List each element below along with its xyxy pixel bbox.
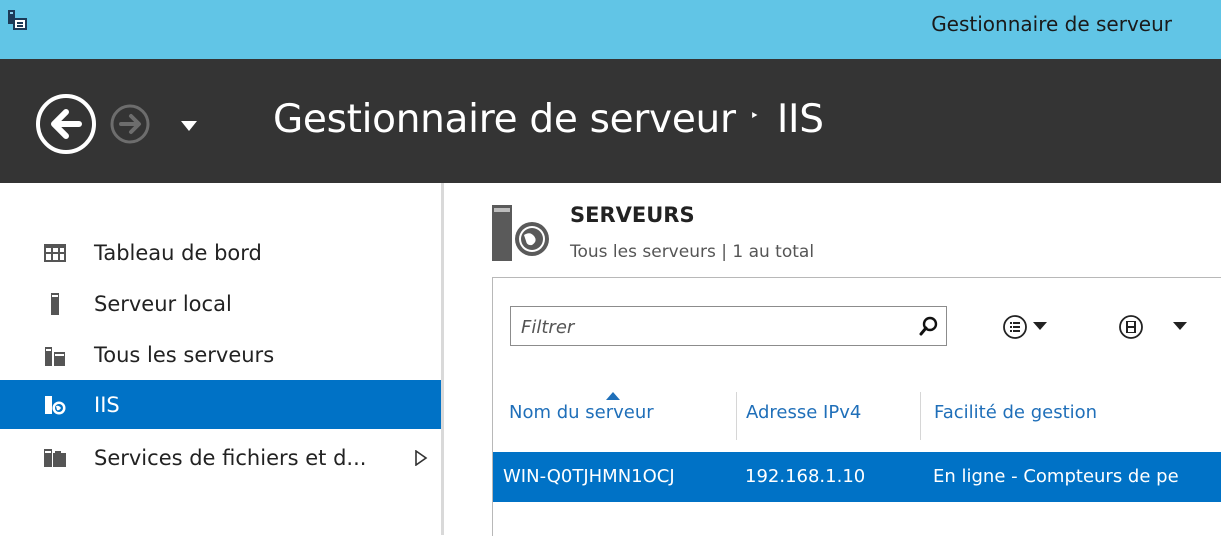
filter-input[interactable]: [511, 307, 923, 347]
window-title: Gestionnaire de serveur: [931, 12, 1172, 36]
header-bar: Gestionnaire de serveur ‣ IIS: [0, 59, 1221, 183]
cell-ipv4: 192.168.1.10: [745, 466, 866, 487]
column-header-server-name[interactable]: Nom du serveur: [509, 402, 654, 423]
column-divider[interactable]: [736, 392, 737, 440]
back-arrow-icon[interactable]: [35, 93, 97, 155]
sidebar-item-label: Services de fichiers et d...: [94, 445, 367, 470]
breadcrumb-separator: ‣: [749, 106, 759, 125]
column-divider[interactable]: [920, 392, 921, 440]
cell-manageability: En ligne - Compteurs de pe: [933, 466, 1179, 487]
server-manager-app-icon: [8, 10, 27, 30]
sidebar-item-local-server[interactable]: Serveur local: [0, 279, 441, 328]
save-query-button[interactable]: [1118, 314, 1198, 340]
sort-ascending-icon: [606, 392, 620, 400]
iis-icon: [45, 395, 66, 414]
sidebar-item-label: Serveur local: [94, 291, 232, 316]
breadcrumb-current: IIS: [776, 97, 824, 142]
sidebar-item-label: Tous les serveurs: [94, 342, 275, 367]
chevron-right-icon[interactable]: [414, 449, 428, 466]
column-header-ipv4[interactable]: Adresse IPv4: [746, 402, 861, 423]
column-header-manageability[interactable]: Facilité de gestion: [934, 402, 1097, 423]
sidebar-item-file-services[interactable]: Services de fichiers et d...: [0, 433, 441, 482]
list-view-button[interactable]: [1002, 314, 1082, 340]
breadcrumb-root[interactable]: Gestionnaire de serveur: [273, 97, 736, 142]
sidebar-item-all-servers[interactable]: Tous les serveurs: [0, 330, 441, 379]
table-row[interactable]: WIN-Q0TJHMN1OCJ 192.168.1.10 En ligne - …: [493, 452, 1221, 502]
sidebar-item-label: IIS: [94, 392, 120, 417]
sidebar-item-iis[interactable]: IIS: [0, 380, 441, 429]
sidebar-item-label: Tableau de bord: [94, 240, 262, 265]
servers-globe-icon: [492, 205, 549, 261]
search-icon[interactable]: [919, 316, 939, 336]
filter-box[interactable]: [510, 306, 947, 347]
servers-icon: [45, 346, 65, 366]
server-icon: [51, 292, 59, 315]
cell-server-name: WIN-Q0TJHMN1OCJ: [503, 466, 675, 487]
history-dropdown-icon[interactable]: [180, 120, 198, 132]
breadcrumb: Gestionnaire de serveur ‣ IIS: [273, 97, 824, 142]
sidebar-item-dashboard[interactable]: Tableau de bord: [0, 228, 441, 277]
sidebar: Tableau de bord Serveur local Tous les s…: [0, 183, 444, 535]
dashboard-icon: [44, 243, 66, 262]
file-services-icon: [44, 448, 66, 467]
forward-arrow-icon[interactable]: [109, 103, 151, 145]
section-title: SERVEURS: [570, 203, 695, 227]
title-bar: Gestionnaire de serveur: [0, 0, 1221, 59]
section-subtitle: Tous les serveurs | 1 au total: [570, 242, 815, 262]
